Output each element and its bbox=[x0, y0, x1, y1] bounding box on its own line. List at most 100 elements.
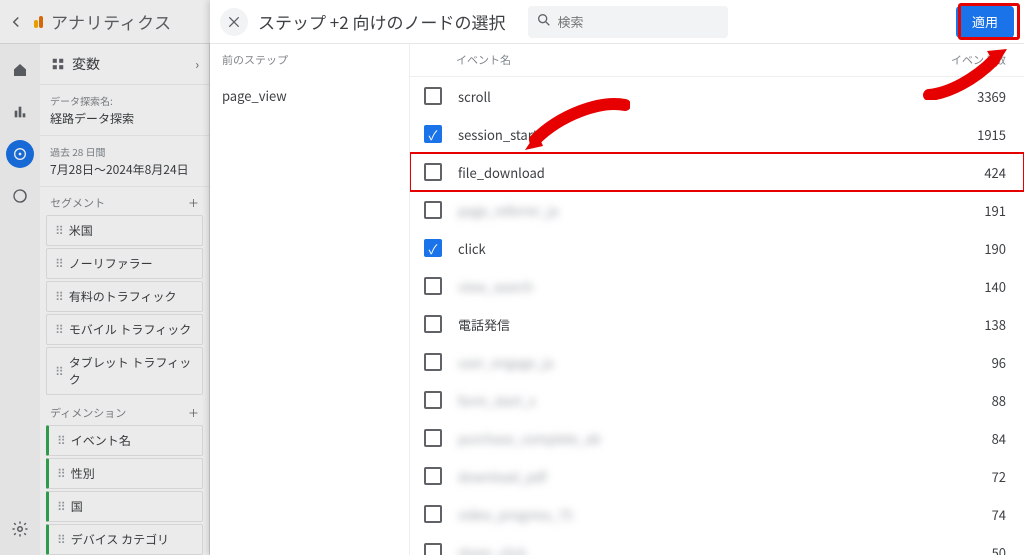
event-checkbox[interactable] bbox=[424, 505, 442, 523]
segment-chip[interactable]: ⠿ タブレット トラフィック bbox=[46, 347, 203, 395]
previous-step-item[interactable]: page_view bbox=[210, 76, 409, 115]
dimensions-section-header: ディメンション ＋ bbox=[40, 397, 209, 423]
event-row[interactable]: purchase_complete_ab 84 bbox=[410, 419, 1024, 457]
add-segment-icon[interactable]: ＋ bbox=[188, 195, 199, 211]
event-checkbox[interactable] bbox=[424, 277, 442, 295]
segment-chip-label: モバイル トラフィック bbox=[69, 321, 191, 338]
event-checkbox[interactable] bbox=[424, 429, 442, 447]
event-row[interactable]: form_start_x 88 bbox=[410, 381, 1024, 419]
reports-icon[interactable] bbox=[6, 98, 34, 126]
variables-panel-header[interactable]: 変数 › bbox=[40, 44, 209, 85]
event-rows: scroll3369session_start1915file_download… bbox=[410, 77, 1024, 555]
dimensions-label: ディメンション bbox=[50, 405, 126, 421]
event-count: 3369 bbox=[977, 87, 1006, 106]
explore-icon[interactable] bbox=[6, 140, 34, 168]
exploration-name-value: 経路データ探索 bbox=[50, 110, 199, 127]
column-event-count: イベント数 bbox=[951, 52, 1006, 68]
search-field[interactable] bbox=[528, 6, 728, 38]
event-row[interactable]: view_search 140 bbox=[410, 267, 1024, 305]
dimension-chip-label: 性別 bbox=[71, 465, 95, 482]
event-row[interactable]: scroll3369 bbox=[410, 77, 1024, 115]
drag-handle-icon[interactable]: ⠿ bbox=[55, 255, 63, 272]
variables-title: 変数 bbox=[72, 54, 100, 74]
back-arrow-icon[interactable] bbox=[6, 12, 26, 32]
event-checkbox[interactable] bbox=[424, 201, 442, 219]
event-checkbox[interactable] bbox=[424, 125, 442, 143]
drag-handle-icon[interactable]: ⠿ bbox=[55, 363, 63, 380]
home-icon[interactable] bbox=[6, 56, 34, 84]
variables-icon bbox=[50, 56, 66, 72]
segment-chip[interactable]: ⠿ノーリファラー bbox=[46, 248, 203, 279]
event-name: share_click bbox=[458, 543, 526, 555]
event-name: page_referrer_ja bbox=[458, 201, 558, 220]
segment-chip-list: ⠿米国⠿ノーリファラー⠿有料のトラフィック⠿モバイル トラフィック⠿タブレット … bbox=[40, 215, 209, 395]
drag-handle-icon[interactable]: ⠿ bbox=[55, 222, 63, 239]
dimension-chip-label: デバイス カテゴリ bbox=[71, 531, 169, 548]
event-name: form_start_x bbox=[458, 391, 536, 410]
event-row[interactable]: file_download424 bbox=[410, 153, 1024, 191]
date-range-value: 7月28日～2024年8月24日 bbox=[50, 161, 199, 178]
event-count: 72 bbox=[992, 467, 1006, 486]
event-count: 191 bbox=[984, 201, 1006, 220]
search-input[interactable] bbox=[558, 12, 720, 31]
dimension-chip[interactable]: ⠿ イベント名 bbox=[46, 425, 203, 456]
event-count: 1915 bbox=[977, 125, 1006, 144]
segment-chip-label: 米国 bbox=[69, 222, 93, 239]
event-checkbox[interactable] bbox=[424, 87, 442, 105]
event-row[interactable]: session_start1915 bbox=[410, 115, 1024, 153]
event-row[interactable]: share_click50 bbox=[410, 533, 1024, 555]
exploration-name-block[interactable]: データ探索名: 経路データ探索 bbox=[40, 85, 209, 136]
date-range-label: 過去 28 日間 bbox=[50, 144, 199, 159]
event-checkbox[interactable] bbox=[424, 467, 442, 485]
dimension-chip[interactable]: ⠿ 性別 bbox=[46, 458, 203, 489]
advertising-icon[interactable] bbox=[6, 182, 34, 210]
event-checkbox[interactable] bbox=[424, 391, 442, 409]
event-name: file_download bbox=[458, 163, 545, 182]
event-name: purchase_complete_ab bbox=[458, 429, 601, 448]
drag-handle-icon[interactable]: ⠿ bbox=[55, 321, 63, 338]
event-count: 74 bbox=[992, 505, 1006, 524]
event-row[interactable]: click190 bbox=[410, 229, 1024, 267]
exploration-name-label: データ探索名: bbox=[50, 93, 199, 108]
segments-section-header: セグメント ＋ bbox=[40, 187, 209, 213]
drag-handle-icon[interactable]: ⠿ bbox=[57, 432, 65, 449]
date-range-block[interactable]: 過去 28 日間 7月28日～2024年8月24日 bbox=[40, 136, 209, 187]
event-checkbox[interactable] bbox=[424, 163, 442, 181]
event-row[interactable]: user_engage_ja96 bbox=[410, 343, 1024, 381]
close-icon[interactable] bbox=[220, 8, 248, 36]
dimension-chip-label: 国 bbox=[71, 498, 83, 515]
dimension-chip[interactable]: ⠿ デバイス カテゴリ bbox=[46, 524, 203, 555]
event-row[interactable]: download_pdf 72 bbox=[410, 457, 1024, 495]
event-name: download_pdf bbox=[458, 467, 547, 486]
event-count: 140 bbox=[984, 277, 1006, 296]
event-name: view_search bbox=[458, 277, 533, 296]
drag-handle-icon[interactable]: ⠿ bbox=[57, 531, 65, 548]
dimension-chip-label: イベント名 bbox=[71, 432, 131, 449]
dimension-chip[interactable]: ⠿国 bbox=[46, 491, 203, 522]
event-name: user_engage_ja bbox=[458, 353, 553, 372]
segment-chip[interactable]: ⠿有料のトラフィック bbox=[46, 281, 203, 312]
apply-button[interactable]: 適用 bbox=[956, 6, 1014, 38]
segment-chip[interactable]: ⠿ モバイル トラフィック bbox=[46, 314, 203, 345]
event-name: video_progress_75 bbox=[458, 505, 573, 524]
event-row[interactable]: video_progress_75 74 bbox=[410, 495, 1024, 533]
modal-title: ステップ +2 向けのノードの選択 bbox=[258, 9, 506, 34]
event-count: 190 bbox=[984, 239, 1006, 258]
event-row[interactable]: page_referrer_ja 191 bbox=[410, 191, 1024, 229]
settings-icon[interactable] bbox=[6, 515, 34, 543]
event-checkbox[interactable] bbox=[424, 315, 442, 333]
add-dimension-icon[interactable]: ＋ bbox=[188, 405, 199, 421]
event-count: 88 bbox=[992, 391, 1006, 410]
drag-handle-icon[interactable]: ⠿ bbox=[55, 288, 63, 305]
drag-handle-icon[interactable]: ⠿ bbox=[57, 498, 65, 515]
event-checkbox[interactable] bbox=[424, 239, 442, 257]
segment-chip[interactable]: ⠿ 米国 bbox=[46, 215, 203, 246]
segment-chip-label: タブレット トラフィック bbox=[69, 354, 194, 388]
drag-handle-icon[interactable]: ⠿ bbox=[57, 465, 65, 482]
event-row[interactable]: 電話発信138 bbox=[410, 305, 1024, 343]
chevron-right-icon: › bbox=[195, 56, 199, 73]
event-checkbox[interactable] bbox=[424, 353, 442, 371]
analytics-logo-icon bbox=[34, 16, 43, 28]
event-checkbox[interactable] bbox=[424, 543, 442, 555]
event-count: 84 bbox=[992, 429, 1006, 448]
